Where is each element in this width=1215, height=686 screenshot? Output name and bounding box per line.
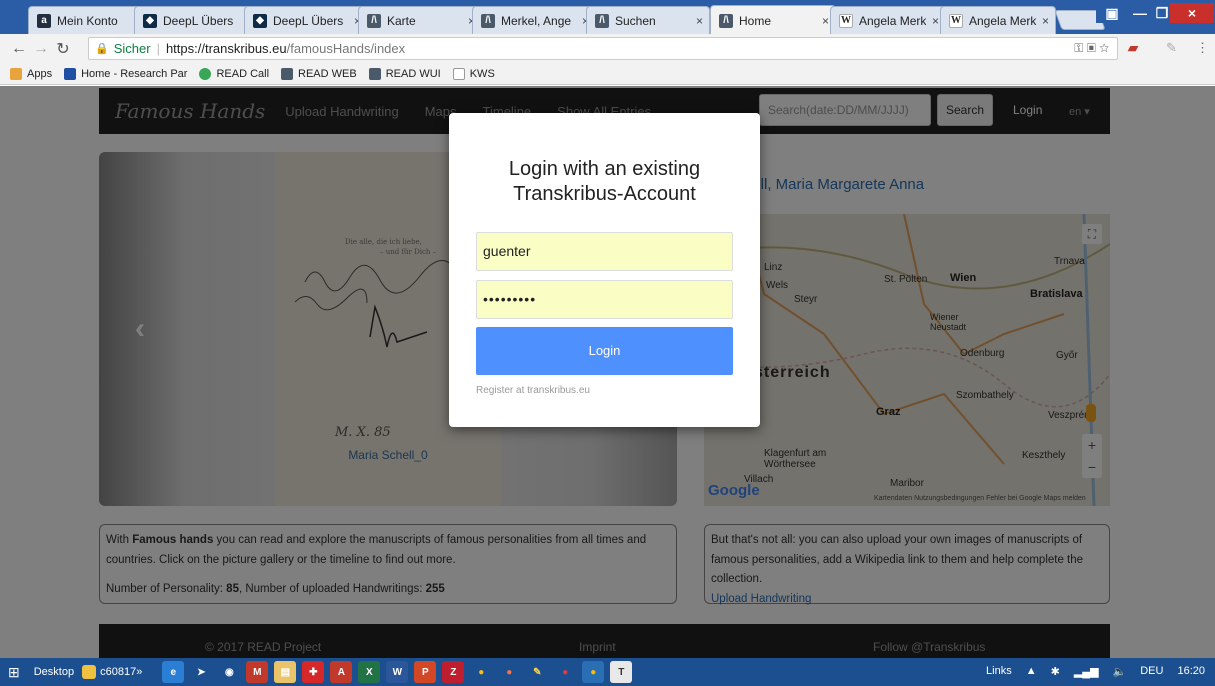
forward-icon[interactable]: →	[30, 40, 52, 58]
pdf-icon[interactable]: A	[330, 661, 353, 683]
transkribus-icon	[368, 67, 381, 80]
transkribus-icon: /\	[595, 13, 609, 28]
tab-karte[interactable]: /\ Karte×	[358, 6, 482, 34]
tab-deepl-2[interactable]: ◆ DeepL Übers×	[244, 6, 368, 34]
reload-icon[interactable]: ↻	[52, 39, 74, 59]
username-field[interactable]: guenter	[476, 232, 733, 271]
login-modal: Login with an existing Transkribus-Accoun…	[449, 113, 760, 427]
close-icon[interactable]: ×	[1042, 14, 1049, 28]
bookmark-read-wui[interactable]: READ WUI	[368, 67, 441, 80]
secure-label: Sicher	[113, 41, 151, 56]
tab-suchen[interactable]: /\ Suchen ×	[586, 6, 710, 34]
back-icon[interactable]: ←	[8, 40, 30, 58]
bookmark-apps[interactable]: Apps	[10, 67, 52, 80]
transkribus-icon: /\	[481, 13, 495, 28]
bookmark-read-call[interactable]: READ Call	[199, 67, 269, 80]
bookmark-read-web[interactable]: READ WEB	[281, 67, 357, 80]
close-icon[interactable]: ×	[822, 14, 829, 28]
signal-icon[interactable]: ▂▄▆	[1074, 665, 1099, 678]
system-tray: Links ▲ ✱ ▂▄▆ 🔈 DEU 16:20	[986, 665, 1205, 678]
page-icon	[452, 67, 465, 80]
transkribus-icon: /\	[719, 13, 733, 28]
pdf-extension-icon[interactable]: ▰	[1128, 40, 1138, 56]
app-icon[interactable]: ✚	[302, 661, 325, 683]
divider: |	[156, 41, 160, 56]
register-link[interactable]: Register at transkribus.eu	[476, 385, 590, 396]
excel-icon[interactable]: X	[358, 661, 381, 683]
taskbar-c-folder[interactable]: c60817 »	[82, 661, 142, 683]
tray-clock[interactable]: 16:20	[1177, 665, 1205, 678]
tab-wiki-2[interactable]: W Angela Merk ×	[940, 6, 1056, 34]
wikipedia-icon: W	[949, 13, 963, 28]
bookmark-kws[interactable]: KWS	[452, 67, 495, 80]
windows-start-icon[interactable]: ⊞	[8, 661, 20, 683]
pen-icon[interactable]: ✎	[526, 661, 549, 683]
deepl-icon: ◆	[253, 13, 267, 28]
password-field[interactable]: •••••••••	[476, 280, 733, 319]
windows-taskbar: ⊞ Desktop c60817 » e ➤ ◉ M ▤ ✚ A X W P Z…	[0, 658, 1215, 686]
login-button[interactable]: Login	[476, 327, 733, 375]
wikipedia-icon: W	[839, 13, 853, 28]
close-icon[interactable]: ×	[696, 14, 703, 28]
tray-links[interactable]: Links	[986, 665, 1012, 678]
tray-language[interactable]: DEU	[1140, 665, 1163, 678]
volume-icon[interactable]: 🔈	[1113, 665, 1127, 678]
deepl-icon: ◆	[143, 13, 157, 28]
url-host: https://transkribus.eu	[165, 41, 287, 56]
tray-arrow-icon[interactable]: ▲	[1026, 665, 1037, 678]
window-close-icon[interactable]: ×	[1170, 3, 1214, 23]
address-bar[interactable]: 🔒 Sicher | https://transkribus.eu/famous…	[88, 37, 1118, 60]
url-path: /famousHands/index	[286, 41, 406, 56]
tab-deepl-1[interactable]: ◆ DeepL Übers×	[134, 6, 258, 34]
bookmarks-bar: Apps Home - Research Par READ Call READ …	[0, 63, 1215, 85]
bookmark-home-research[interactable]: Home - Research Par	[64, 67, 187, 80]
transkribus-icon	[281, 67, 294, 80]
read-call-icon	[199, 67, 212, 80]
transkribus-icon: /\	[367, 13, 381, 28]
tab-merkel[interactable]: /\ Merkel, Ange×	[472, 6, 596, 34]
word-icon[interactable]: W	[386, 661, 409, 683]
tab-wiki-1[interactable]: W Angela Merk ×	[830, 6, 946, 34]
ie-icon[interactable]: e	[162, 661, 185, 683]
app-icon[interactable]: ➤	[190, 661, 213, 683]
app-icon[interactable]: T	[610, 661, 633, 683]
browser-tab-strip: a Mein Konto× ◆ DeepL Übers× ◆ DeepL Übe…	[0, 0, 1215, 35]
modal-title: Login with an existing Transkribus-Accoun…	[508, 158, 701, 205]
amazon-icon: a	[37, 13, 51, 28]
taskbar-desktop[interactable]: Desktop	[34, 661, 74, 683]
apps-grid-icon	[10, 67, 22, 80]
app-icon[interactable]: ◉	[218, 661, 241, 683]
close-icon[interactable]: ×	[932, 14, 939, 28]
tab-home[interactable]: /\ Home ×	[710, 5, 836, 35]
network-icon[interactable]: ✱	[1051, 665, 1060, 678]
filezilla-icon[interactable]: Z	[442, 661, 465, 683]
browser-toolbar: ← → ↻ 🔒 Sicher | https://transkribus.eu /…	[0, 34, 1215, 63]
chrome-icon[interactable]: ●	[582, 661, 605, 683]
page-content: Famous Hands Upload Handwriting Maps Tim…	[0, 86, 1215, 658]
research-icon	[64, 67, 77, 80]
file-explorer-icon[interactable]: ▤	[274, 661, 297, 683]
key-icon[interactable]: ⚿ ▣ ☆	[1074, 41, 1109, 56]
lock-icon: 🔒	[95, 43, 109, 55]
app-icon[interactable]: M	[246, 661, 269, 683]
extension-icon[interactable]: ✎	[1166, 40, 1177, 56]
app-icon[interactable]: ●	[554, 661, 577, 683]
folder-icon	[82, 665, 97, 679]
chrome-icon[interactable]: ●	[470, 661, 493, 683]
powerpoint-icon[interactable]: P	[414, 661, 437, 683]
menu-icon[interactable]: ⋮	[1196, 40, 1209, 56]
firefox-icon[interactable]: ●	[498, 661, 521, 683]
